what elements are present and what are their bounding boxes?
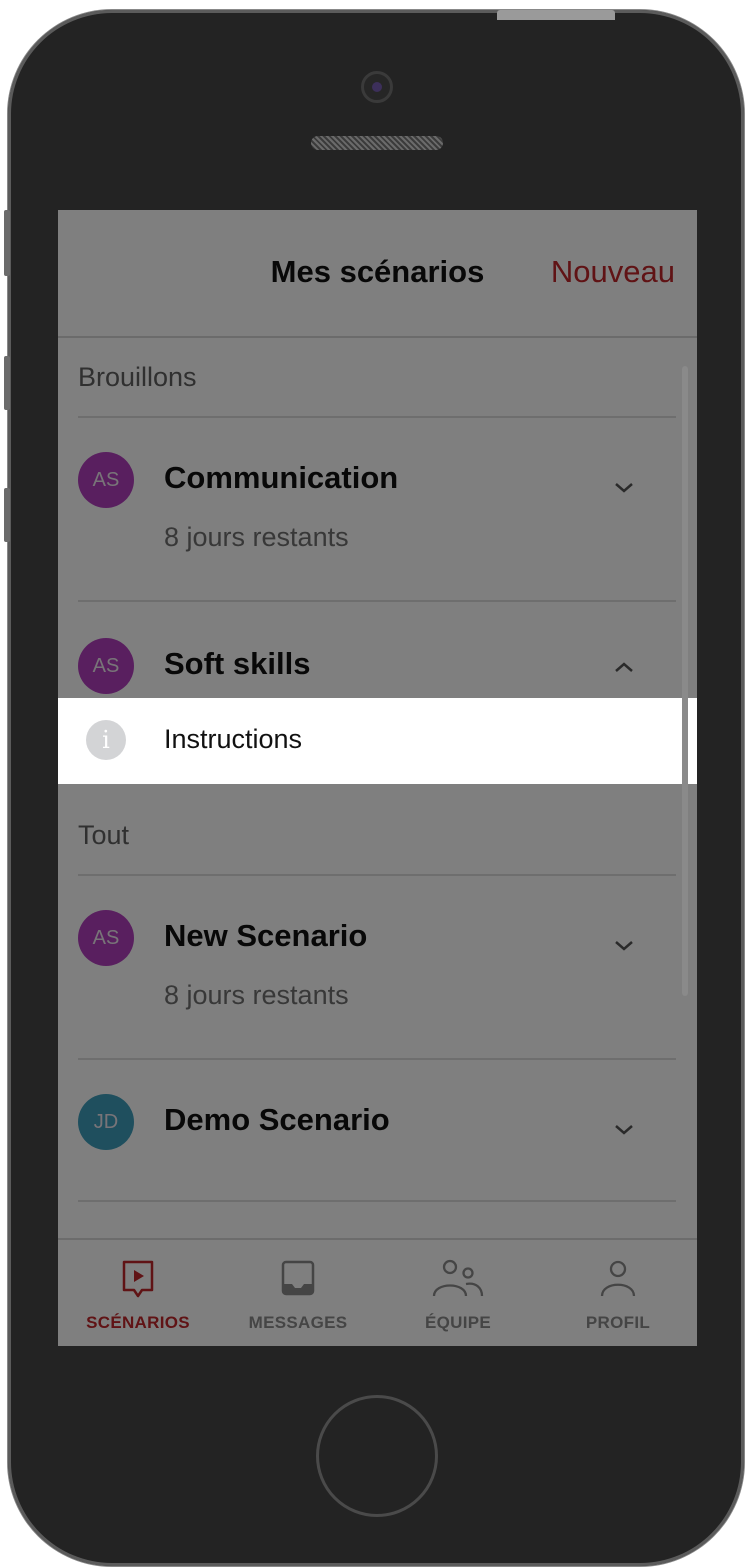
side-switch (4, 210, 10, 276)
scenario-item[interactable]: JD Demo Scenario (58, 1060, 697, 1200)
section-label-drafts: Brouillons (78, 362, 197, 392)
app-screen: Mes scénarios Nouveau Brouillons AS Comm… (58, 210, 697, 1346)
header: Mes scénarios Nouveau (58, 210, 697, 338)
chevron-down-icon[interactable] (613, 476, 635, 498)
avatar-initials: AS (92, 926, 120, 949)
avatar-initials: AS (92, 468, 120, 491)
tab-label: ÉQUIPE (424, 1313, 492, 1332)
scenario-title: New Scenario (164, 918, 368, 953)
avatar-initials: AS (92, 654, 120, 677)
avatar: AS (78, 638, 134, 694)
volume-up-button (4, 356, 10, 410)
tab-label: SCÉNARIOS (86, 1313, 190, 1332)
scenario-item[interactable]: AS Communication 8 jours restants (58, 418, 697, 600)
scenario-remaining: 8 jours restants (164, 980, 349, 1010)
section-label-all: Tout (78, 820, 130, 850)
chevron-down-icon[interactable] (613, 934, 635, 956)
volume-down-button (4, 488, 10, 542)
tab-scenarios[interactable]: SCÉNARIOS (58, 1240, 218, 1346)
info-icon: i (86, 720, 126, 760)
divider (78, 1200, 676, 1202)
scenario-title: Soft skills (164, 646, 311, 681)
scenario-title: Communication (164, 460, 399, 495)
speaker-grille (311, 136, 443, 150)
profile-icon (600, 1260, 636, 1297)
scenario-remaining: 8 jours restants (164, 522, 349, 552)
home-button[interactable] (316, 1395, 438, 1517)
tab-profile[interactable]: PROFIL (538, 1240, 697, 1346)
inbox-icon (281, 1260, 315, 1296)
avatar: JD (78, 1094, 134, 1150)
tab-bar: SCÉNARIOS MESSAGES ÉQUIPE PROFIL (58, 1238, 697, 1346)
scenario-item[interactable]: AS New Scenario 8 jours restants (58, 876, 697, 1058)
play-icon (122, 1260, 154, 1298)
team-icon (432, 1259, 484, 1297)
scenario-item[interactable]: AS Soft skills (58, 602, 697, 698)
instructions-item[interactable]: i Instructions (58, 698, 697, 784)
camera-icon (361, 71, 393, 103)
tab-team[interactable]: ÉQUIPE (378, 1240, 538, 1346)
tab-label: PROFIL (585, 1313, 651, 1332)
instructions-label: Instructions (164, 724, 303, 754)
scenario-title: Demo Scenario (164, 1102, 390, 1137)
scrollbar[interactable] (682, 366, 688, 996)
chevron-down-icon[interactable] (613, 1118, 635, 1140)
tab-label: MESSAGES (248, 1313, 348, 1332)
power-button (497, 10, 615, 20)
avatar-initials: JD (93, 1110, 119, 1133)
new-scenario-button[interactable]: Nouveau (551, 254, 675, 290)
avatar: AS (78, 452, 134, 508)
tab-messages[interactable]: MESSAGES (218, 1240, 378, 1346)
chevron-up-icon[interactable] (613, 656, 635, 678)
avatar: AS (78, 910, 134, 966)
